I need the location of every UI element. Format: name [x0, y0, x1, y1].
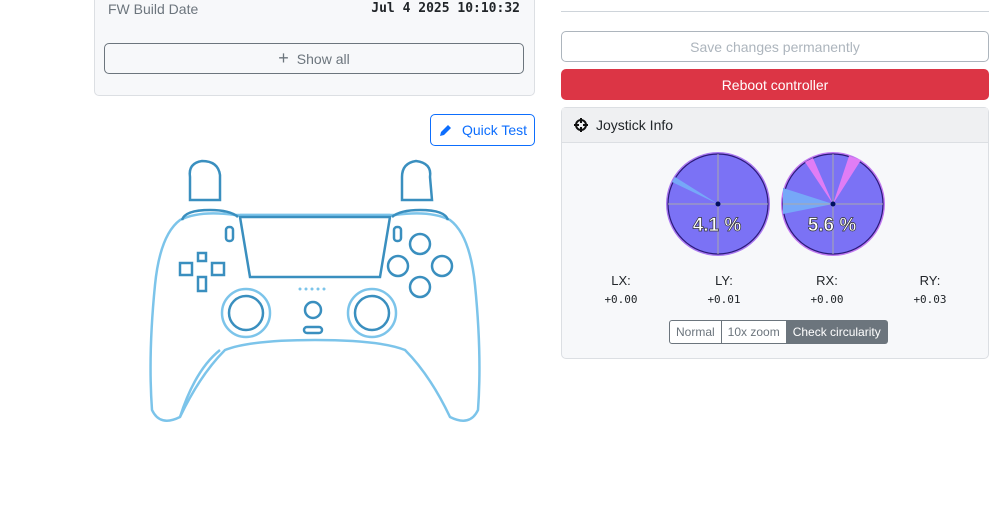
joystick-info-card: Joystick Info LX: +0.00 LY: +0.01 RX: +0.00…: [561, 107, 989, 359]
mode-10x-zoom-button[interactable]: 10x zoom: [721, 320, 787, 344]
save-permanently-button[interactable]: Save changes permanently: [561, 31, 989, 62]
left-stick-circularity-plot: [666, 152, 770, 256]
fw-build-label: FW Build Date: [108, 1, 199, 17]
divider: [561, 11, 989, 12]
axis-lx: LX: +0.00: [591, 273, 651, 306]
axis-value: +0.01: [707, 293, 741, 306]
reboot-controller-button[interactable]: Reboot controller: [561, 69, 989, 100]
left-circularity-error: 4.1 %: [692, 215, 742, 237]
axis-ly: LY: +0.01: [694, 273, 754, 306]
axis-rx: RX: +0.00: [797, 273, 857, 306]
show-all-label: Show all: [296, 50, 350, 67]
quick-test-button[interactable]: Quick Test: [430, 114, 535, 146]
quick-test-label: Quick Test: [461, 122, 528, 138]
mode-normal-button[interactable]: Normal: [669, 320, 722, 344]
axis-value: +0.00: [604, 293, 638, 306]
show-all-button[interactable]: + Show all: [104, 43, 524, 74]
display-mode-group: Normal 10x zoom Check circularity: [669, 320, 888, 344]
plus-icon: +: [278, 48, 289, 68]
joystick-info-header: Joystick Info: [562, 108, 988, 143]
axis-name: RY:: [919, 273, 941, 288]
right-circularity-error: 5.6 %: [807, 215, 857, 237]
axis-name: LY:: [715, 273, 733, 288]
controller-diagram: [149, 159, 481, 422]
pencil-icon: [439, 125, 451, 136]
crosshair-icon: [574, 118, 588, 132]
axis-name: LX:: [611, 273, 631, 288]
right-stick-circularity-plot: [781, 152, 885, 256]
fw-build-value: Jul 4 2025 10:10:32: [371, 1, 520, 16]
axis-name: RX:: [816, 273, 838, 288]
mode-check-circularity-button[interactable]: Check circularity: [786, 320, 888, 344]
axis-value: +0.00: [810, 293, 844, 306]
axis-ry: RY: +0.03: [900, 273, 960, 306]
axis-value: +0.03: [913, 293, 947, 306]
joystick-info-title: Joystick Info: [596, 117, 674, 133]
